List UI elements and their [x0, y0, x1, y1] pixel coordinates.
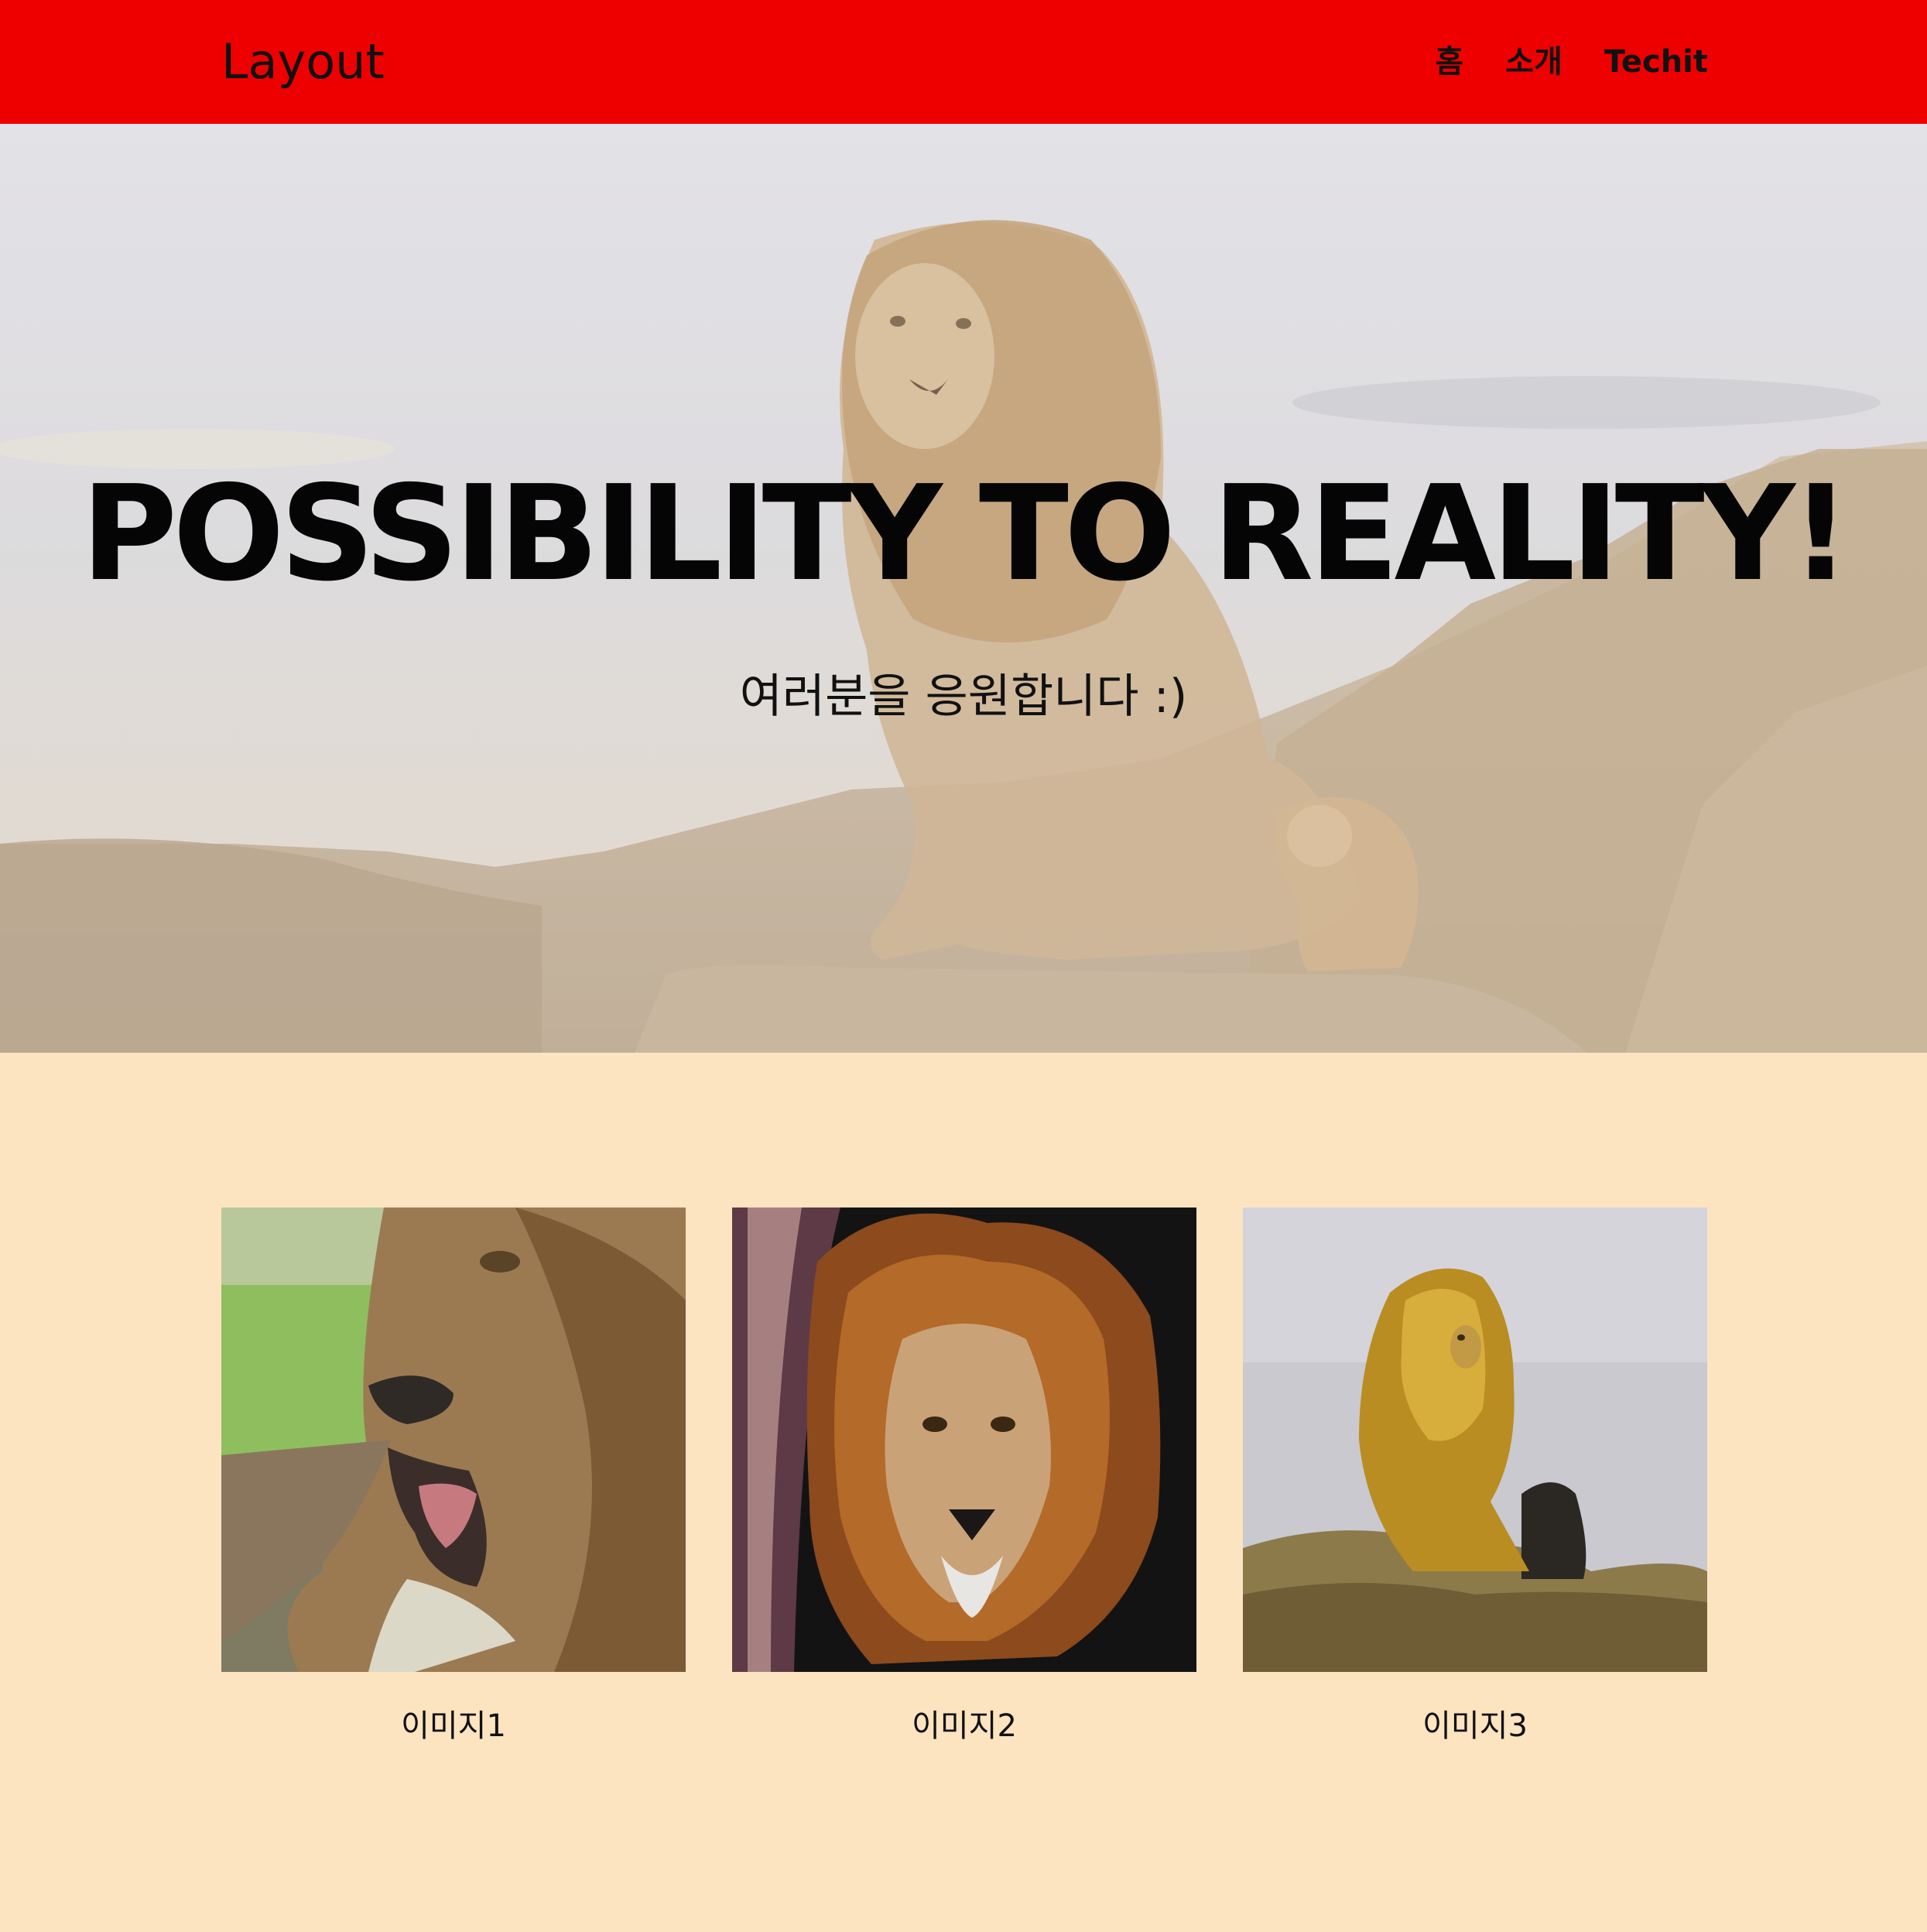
main-nav: 홈 소개 Techit: [1435, 39, 1708, 85]
lion-photo-1: [221, 1208, 686, 1672]
gallery-caption: 이미지2: [912, 1708, 1017, 1744]
lion-photo-2: [732, 1208, 1196, 1672]
gallery-card: 이미지2: [732, 1208, 1196, 1749]
nav-item-about[interactable]: 소개: [1505, 39, 1562, 85]
nav-item-home[interactable]: 홈: [1435, 39, 1463, 85]
gallery-caption: 이미지3: [1422, 1708, 1528, 1744]
brand-logo[interactable]: Layout: [221, 31, 385, 93]
nav-item-techit[interactable]: Techit: [1604, 39, 1708, 85]
hero-title: POSSIBILITY TO REALITY!: [80, 457, 1851, 611]
hero-banner: POSSIBILITY TO REALITY! 여러분을 응원합니다 :): [0, 124, 1927, 1053]
top-navigation-bar: Layout 홈 소개 Techit: [0, 0, 1927, 124]
gallery-card: 이미지1: [221, 1208, 686, 1749]
lion-photo-3: [1243, 1208, 1707, 1672]
gallery-card: 이미지3: [1243, 1208, 1707, 1749]
hero-subtitle: 여러분을 응원합니다 :): [739, 670, 1188, 724]
gallery-caption: 이미지1: [401, 1708, 506, 1744]
image-gallery: 이미지1 이미지2 이미지3: [221, 1208, 1707, 1749]
